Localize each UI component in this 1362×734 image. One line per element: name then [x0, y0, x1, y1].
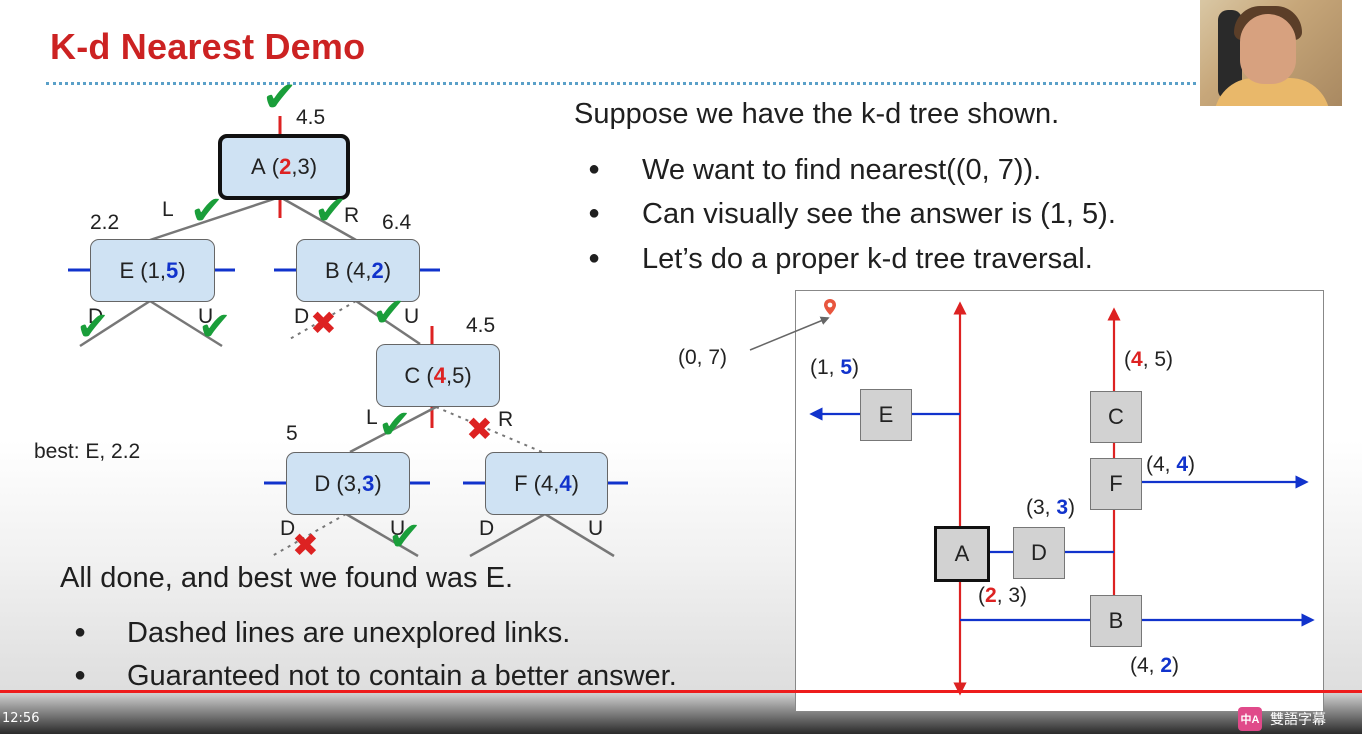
coord-c-b: 4 [1131, 348, 1143, 371]
point-square-c: C [1090, 391, 1142, 443]
point-square-e: E [860, 389, 912, 441]
slide: K-d Nearest Demo A (2 , 3) E (1 , 5)… [0, 0, 1362, 734]
coord-f-a: (4, [1146, 453, 1177, 476]
coord-e-c: ) [852, 356, 860, 379]
coord-label-c: (4, 5) [1124, 348, 1173, 372]
subtitle-logo-icon: 中A [1238, 707, 1262, 731]
coord-label-d: (3, 3) [1026, 496, 1075, 520]
coord-e-a: (1, [810, 356, 841, 379]
coord-b-c: ) [1172, 654, 1180, 677]
subtitle-label: 雙語字幕 [1270, 712, 1326, 728]
coord-c-a: ( [1124, 348, 1131, 371]
coord-c-c: , 5) [1142, 348, 1174, 371]
point-square-d: D [1013, 527, 1065, 579]
coord-label-f: (4, 4) [1146, 453, 1195, 477]
coord-b-a: (4, [1130, 654, 1161, 677]
coord-label-a: (2, 3) [978, 584, 1027, 608]
coord-b-b: 2 [1160, 654, 1173, 677]
coord-f-b: 4 [1176, 453, 1189, 476]
coord-d-b: 3 [1056, 496, 1069, 519]
point-square-b: B [1090, 595, 1142, 647]
coord-d-a: (3, [1026, 496, 1057, 519]
current-time: 12:56 [2, 711, 40, 726]
coord-a-a: ( [978, 584, 985, 607]
coord-label-b: (4, 2) [1130, 654, 1179, 678]
coord-e-b: 5 [840, 356, 853, 379]
coord-f-c: ) [1188, 453, 1196, 476]
coord-a-c: , 3) [996, 584, 1028, 607]
coord-a-b: 2 [985, 584, 997, 607]
subtitle-button[interactable]: 中A 雙語字幕 [1238, 706, 1326, 732]
progress-bar[interactable] [0, 690, 1362, 693]
location-pin-icon [824, 299, 836, 315]
query-pointer-line [749, 316, 830, 351]
point-square-f: F [1090, 458, 1142, 510]
point-square-a: A [934, 526, 990, 582]
coord-label-e: (1, 5) [810, 356, 859, 380]
coord-d-c: ) [1068, 496, 1076, 519]
